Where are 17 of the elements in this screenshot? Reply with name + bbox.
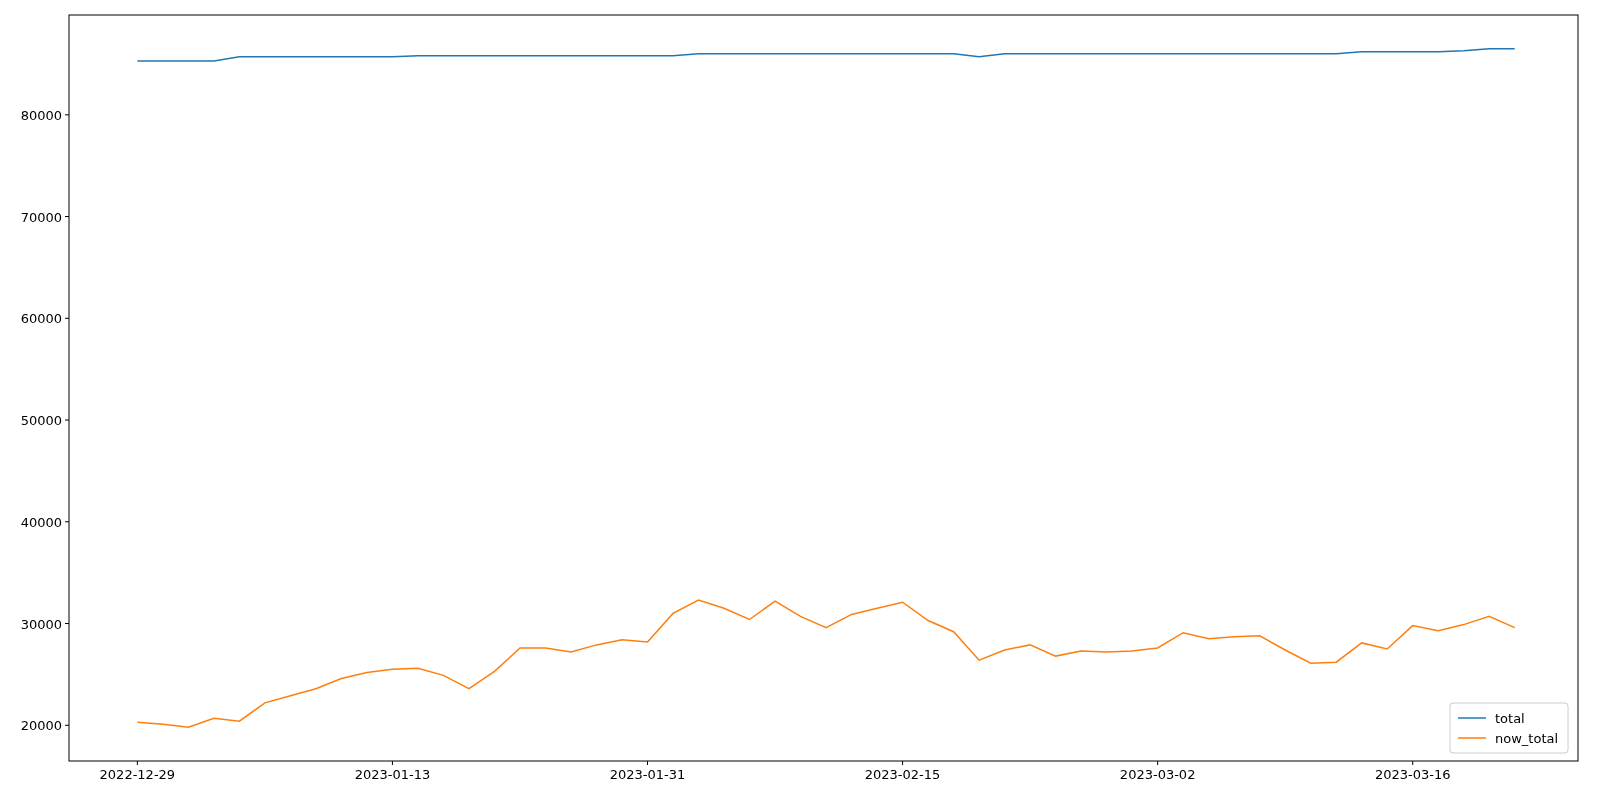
y-tick-label: 30000 xyxy=(20,616,62,632)
x-tick-label: 2023-03-16 xyxy=(1374,767,1451,782)
y-tick-label: 20000 xyxy=(20,718,62,734)
legend-label: now_total xyxy=(1495,731,1559,746)
x-tick-label: 2023-01-31 xyxy=(609,767,686,782)
y-tick-label: 60000 xyxy=(20,311,62,327)
x-tick-label: 2023-03-02 xyxy=(1119,767,1196,782)
legend-line-icon xyxy=(1457,717,1487,719)
y-tick-label: 50000 xyxy=(20,413,62,429)
y-tick-label: 80000 xyxy=(20,107,62,123)
y-tick-label: 70000 xyxy=(20,209,62,225)
x-tick-label: 2022-12-29 xyxy=(99,767,176,782)
legend-label: total xyxy=(1495,711,1525,726)
y-tick-label: 40000 xyxy=(20,514,62,530)
x-tick-label: 2023-02-15 xyxy=(864,767,941,782)
legend-line-icon xyxy=(1457,737,1487,739)
x-tick-label: 2023-01-13 xyxy=(354,767,431,782)
